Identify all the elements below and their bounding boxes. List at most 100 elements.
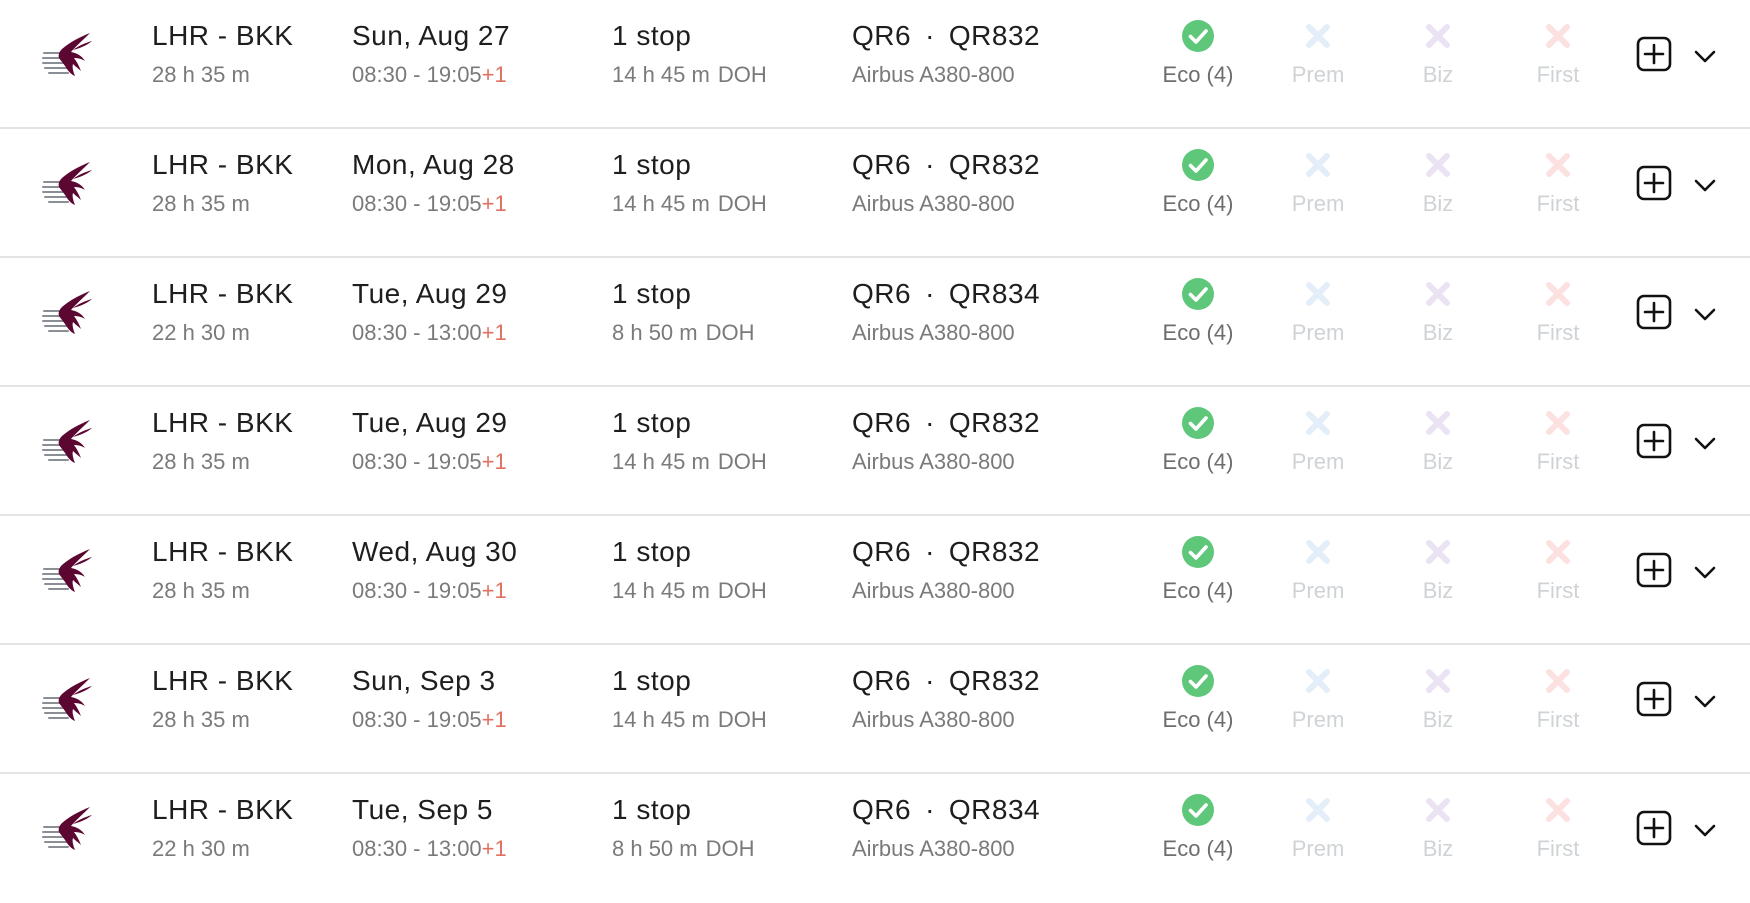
expand-details-button[interactable] <box>1690 687 1720 717</box>
first-label: First <box>1536 191 1580 216</box>
premium-label: Prem <box>1291 449 1345 474</box>
check-circle-icon <box>1143 792 1253 828</box>
add-flight-button[interactable] <box>1636 810 1672 846</box>
qatar-airways-logo-icon <box>40 676 94 722</box>
flight-result-row[interactable]: LHR - BKK 28 h 35 m Wed, Aug 30 08:30 - … <box>0 516 1750 645</box>
flight-separator: · <box>925 20 935 51</box>
cabin-economy[interactable]: Eco (4) <box>1143 792 1253 863</box>
total-duration: 28 h 35 m <box>152 449 250 474</box>
add-flight-button[interactable] <box>1636 681 1672 717</box>
stops-column: 1 stop 14 h 45 m DOH <box>612 405 767 476</box>
layover-airport: DOH <box>717 707 767 732</box>
plus-square-icon <box>1636 552 1672 588</box>
cabin-economy[interactable]: Eco (4) <box>1143 534 1253 605</box>
qatar-airways-logo-icon <box>40 547 94 593</box>
route-label: LHR - BKK <box>152 149 294 180</box>
x-icon <box>1263 276 1373 312</box>
flight-numbers: QR6 · QR834 <box>852 792 1040 828</box>
cabin-first: First <box>1503 534 1613 605</box>
cabin-business: Biz <box>1383 276 1493 347</box>
flight-times: 08:30 - 19:05+1 <box>352 190 515 218</box>
add-flight-button[interactable] <box>1636 165 1672 201</box>
flight-times: 08:30 - 19:05+1 <box>352 61 510 89</box>
x-icon <box>1383 534 1493 570</box>
x-icon <box>1263 405 1373 441</box>
add-flight-button[interactable] <box>1636 36 1672 72</box>
departure-arrival-times: 08:30 - 19:05 <box>352 578 482 603</box>
economy-label: Eco (4) <box>1162 62 1234 87</box>
cabin-first: First <box>1503 18 1613 89</box>
cabin-first: First <box>1503 792 1613 863</box>
add-flight-button[interactable] <box>1636 294 1672 330</box>
flight-result-row[interactable]: LHR - BKK 28 h 35 m Sun, Sep 3 08:30 - 1… <box>0 645 1750 774</box>
route-column: LHR - BKK 22 h 30 m <box>152 792 293 863</box>
layover-airport: DOH <box>717 578 767 603</box>
flight-number-1: QR6 <box>852 536 912 567</box>
layover-airport: DOH <box>717 62 767 87</box>
aircraft-type: Airbus A380-800 <box>852 578 1015 603</box>
stops-count: 1 stop <box>612 794 692 825</box>
flight-numbers: QR6 · QR832 <box>852 18 1040 54</box>
flight-column: QR6 · QR832 Airbus A380-800 <box>852 147 1040 218</box>
first-label: First <box>1536 449 1580 474</box>
cabin-business: Biz <box>1383 663 1493 734</box>
expand-details-button[interactable] <box>1690 300 1720 330</box>
layover-airport: DOH <box>705 836 755 861</box>
flight-result-row[interactable]: LHR - BKK 28 h 35 m Tue, Aug 29 08:30 - … <box>0 387 1750 516</box>
route-column: LHR - BKK 28 h 35 m <box>152 663 293 734</box>
next-day-indicator: +1 <box>481 191 507 216</box>
layover-duration: 8 h 50 m <box>612 836 698 861</box>
flight-column: QR6 · QR832 Airbus A380-800 <box>852 534 1040 605</box>
expand-details-button[interactable] <box>1690 816 1720 846</box>
check-circle-icon <box>1143 147 1253 183</box>
cabin-economy[interactable]: Eco (4) <box>1143 663 1253 734</box>
expand-details-button[interactable] <box>1690 171 1720 201</box>
expand-details-button[interactable] <box>1690 42 1720 72</box>
expand-details-button[interactable] <box>1690 558 1720 588</box>
plus-square-icon <box>1636 681 1672 717</box>
cabin-economy[interactable]: Eco (4) <box>1143 147 1253 218</box>
layover-info: 8 h 50 m DOH <box>612 835 755 863</box>
flight-result-row[interactable]: LHR - BKK 28 h 35 m Mon, Aug 28 08:30 - … <box>0 129 1750 258</box>
flight-times: 08:30 - 19:05+1 <box>352 577 517 605</box>
chevron-down-icon <box>1694 566 1716 579</box>
total-duration: 28 h 35 m <box>152 578 250 603</box>
route-label: LHR - BKK <box>152 20 294 51</box>
flight-result-row[interactable]: LHR - BKK 22 h 30 m Tue, Sep 5 08:30 - 1… <box>0 774 1750 903</box>
flight-numbers: QR6 · QR832 <box>852 534 1040 570</box>
flight-result-row[interactable]: LHR - BKK 28 h 35 m Sun, Aug 27 08:30 - … <box>0 0 1750 129</box>
layover-duration: 14 h 45 m <box>612 707 710 732</box>
add-flight-button[interactable] <box>1636 423 1672 459</box>
flight-separator: · <box>925 278 935 309</box>
stops-column: 1 stop 8 h 50 m DOH <box>612 792 755 863</box>
next-day-indicator: +1 <box>481 449 507 474</box>
total-duration: 28 h 35 m <box>152 191 250 216</box>
x-icon <box>1263 534 1373 570</box>
add-flight-button[interactable] <box>1636 552 1672 588</box>
layover-duration: 8 h 50 m <box>612 320 698 345</box>
departure-date: Wed, Aug 30 <box>352 536 518 567</box>
business-label: Biz <box>1422 836 1454 861</box>
flight-number-2: QR832 <box>948 20 1041 51</box>
flight-number-1: QR6 <box>852 794 912 825</box>
cabin-economy[interactable]: Eco (4) <box>1143 405 1253 476</box>
cabin-economy[interactable]: Eco (4) <box>1143 18 1253 89</box>
business-label: Biz <box>1422 449 1454 474</box>
cabin-economy[interactable]: Eco (4) <box>1143 276 1253 347</box>
expand-details-button[interactable] <box>1690 429 1720 459</box>
chevron-down-icon <box>1694 308 1716 321</box>
flight-number-2: QR832 <box>948 407 1041 438</box>
layover-info: 14 h 45 m DOH <box>612 61 767 89</box>
aircraft-type: Airbus A380-800 <box>852 320 1015 345</box>
plus-square-icon <box>1636 423 1672 459</box>
layover-duration: 14 h 45 m <box>612 191 710 216</box>
flight-result-row[interactable]: LHR - BKK 22 h 30 m Tue, Aug 29 08:30 - … <box>0 258 1750 387</box>
x-icon <box>1503 18 1613 54</box>
aircraft-type: Airbus A380-800 <box>852 62 1015 87</box>
premium-label: Prem <box>1291 578 1345 603</box>
layover-info: 8 h 50 m DOH <box>612 319 755 347</box>
date-column: Tue, Sep 5 08:30 - 13:00+1 <box>352 792 507 863</box>
flight-numbers: QR6 · QR834 <box>852 276 1040 312</box>
flight-separator: · <box>925 665 935 696</box>
aircraft-type: Airbus A380-800 <box>852 191 1015 216</box>
